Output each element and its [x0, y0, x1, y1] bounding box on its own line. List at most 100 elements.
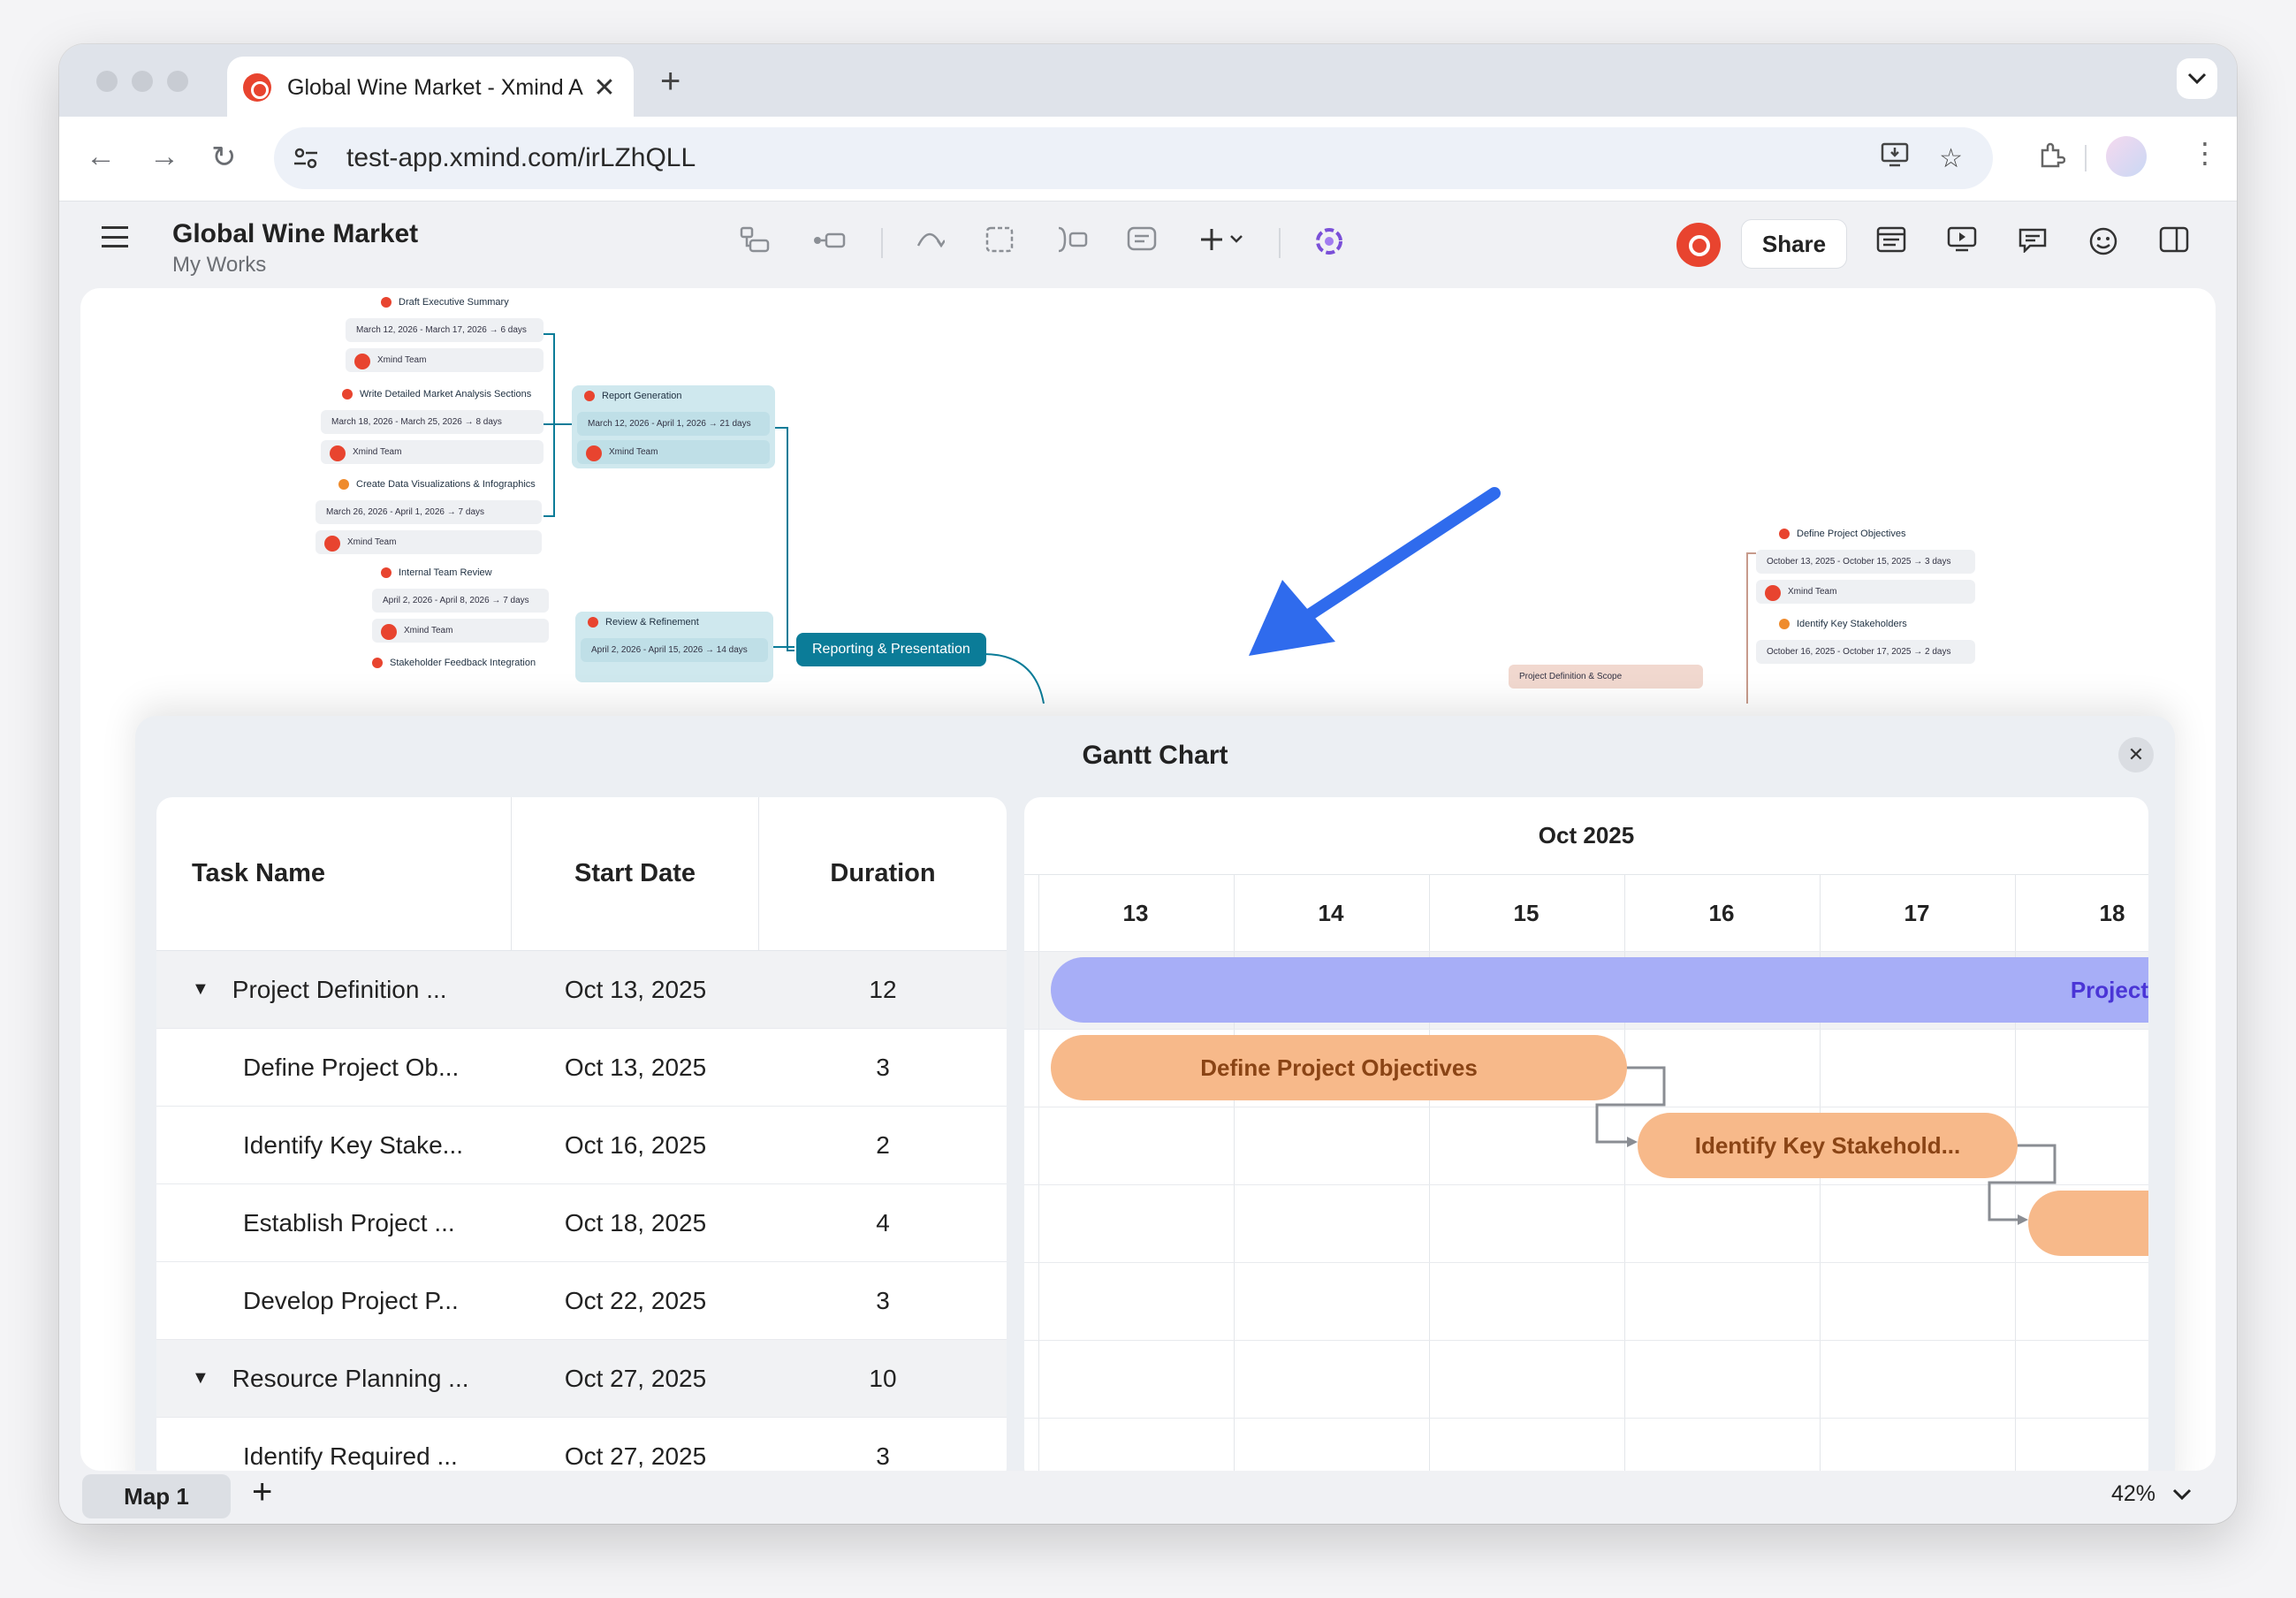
mindmap-date-range: October 13, 2025 - October 15, 2025 → 3 …	[1756, 550, 1975, 574]
task-duration[interactable]: 3	[759, 1029, 1007, 1106]
document-location[interactable]: My Works	[172, 253, 266, 278]
tab-strip: Global Wine Market - Xmind A ✕ +	[59, 44, 2237, 118]
back-arrow-icon[interactable]: ←	[86, 140, 116, 174]
task-duration[interactable]: 10	[759, 1340, 1007, 1417]
task-name-cell[interactable]: Establish Project ...	[156, 1184, 512, 1261]
column-duration[interactable]: Duration	[759, 797, 1007, 950]
annotation-arrow-icon	[1249, 487, 1501, 656]
column-start-date[interactable]: Start Date	[512, 797, 759, 950]
task-row[interactable]: ▼ Resource Planning ... Oct 27, 2025 10	[156, 1340, 1007, 1418]
insert-plus-icon[interactable]	[1199, 226, 1247, 260]
sheet-bar: Map 1 + 42%	[59, 1471, 2237, 1524]
outliner-icon[interactable]	[1876, 226, 1906, 260]
window-minimize-dot[interactable]	[132, 71, 153, 92]
mindmap-topic[interactable]: Define Project Objectives	[1779, 529, 1906, 540]
task-row[interactable]: Define Project Ob... Oct 13, 2025 3	[156, 1029, 1007, 1107]
add-sheet-button[interactable]: +	[252, 1472, 272, 1512]
comments-icon[interactable]	[2018, 226, 2048, 260]
task-name-cell[interactable]: ▼ Project Definition ...	[156, 951, 512, 1028]
task-start-date[interactable]: Oct 18, 2025	[512, 1184, 759, 1261]
gantt-timeline: Oct 2025 13 14 15 16 17 18 Project Define Pro…	[1024, 797, 2148, 1471]
mindmap-date-range: October 16, 2025 - October 17, 2025 → 2 …	[1756, 640, 1975, 664]
tab-close-icon[interactable]: ✕	[591, 72, 618, 103]
gantt-bar-identify-stakeholders[interactable]: Identify Key Stakehold...	[1638, 1113, 2018, 1178]
task-start-date[interactable]: Oct 22, 2025	[512, 1262, 759, 1339]
task-start-date[interactable]: Oct 27, 2025	[512, 1418, 759, 1471]
task-duration[interactable]: 2	[759, 1107, 1007, 1183]
pitch-mode-icon[interactable]	[1947, 226, 1977, 260]
mindmap-central-topic[interactable]: Reporting & Presentation	[796, 633, 986, 666]
task-row[interactable]: Establish Project ... Oct 18, 2025 4	[156, 1184, 1007, 1262]
extensions-puzzle-icon[interactable]	[2037, 141, 2066, 177]
format-panel-icon[interactable]	[2159, 226, 2189, 260]
topic-icon[interactable]	[740, 226, 770, 260]
close-icon[interactable]: ✕	[2118, 737, 2154, 772]
window-zoom-dot[interactable]	[167, 71, 188, 92]
forward-arrow-icon[interactable]: →	[149, 140, 179, 174]
new-tab-button[interactable]: +	[660, 62, 680, 102]
browser-menu-icon[interactable]: ⋮	[2191, 136, 2219, 170]
task-name-cell[interactable]: Identify Required ...	[156, 1418, 512, 1471]
profile-avatar[interactable]	[2106, 136, 2147, 177]
task-name: Develop Project P...	[243, 1286, 459, 1314]
gantt-bar-establish-project[interactable]	[2028, 1191, 2148, 1256]
gantt-bar-project-definition[interactable]: Project	[1051, 957, 2148, 1023]
task-table-body: ▼ Project Definition ... Oct 13, 2025 12 Def…	[156, 951, 1007, 1471]
task-name: Define Project Ob...	[243, 1053, 460, 1081]
collapse-caret-icon[interactable]: ▼	[192, 979, 209, 1000]
task-start-date[interactable]: Oct 13, 2025	[512, 951, 759, 1028]
window-close-dot[interactable]	[96, 71, 118, 92]
task-row[interactable]: Develop Project P... Oct 22, 2025 3	[156, 1262, 1007, 1340]
url-text: test-app.xmind.com/irLZhQLL	[346, 143, 696, 172]
task-row[interactable]: Identify Required ... Oct 27, 2025 3	[156, 1418, 1007, 1471]
task-duration[interactable]: 12	[759, 951, 1007, 1028]
summary-icon[interactable]	[1056, 226, 1088, 260]
reload-icon[interactable]: ↻	[211, 140, 237, 175]
address-bar[interactable]: test-app.xmind.com/irLZhQLL ☆	[274, 127, 1993, 189]
install-app-icon[interactable]	[1881, 141, 1909, 175]
hamburger-menu-icon[interactable]	[102, 226, 128, 247]
mindmap-topic-partial[interactable]: Project Definition & Scope	[1509, 665, 1703, 689]
task-name: Identify Required ...	[243, 1442, 458, 1470]
task-name-cell[interactable]: ▼ Resource Planning ...	[156, 1340, 512, 1417]
task-start-date[interactable]: Oct 27, 2025	[512, 1340, 759, 1417]
gantt-title: Gantt Chart	[1082, 741, 1228, 770]
zoom-control[interactable]: 42%	[2111, 1481, 2192, 1507]
task-duration[interactable]: 3	[759, 1262, 1007, 1339]
toolbar-divider	[1279, 228, 1281, 258]
browser-toolbar: ← → ↻ test-app.xmind.com/irLZhQLL ☆ ⋮	[59, 117, 2237, 202]
task-duration[interactable]: 3	[759, 1418, 1007, 1471]
relationship-icon[interactable]	[915, 226, 947, 256]
mindmap-topic[interactable]: Identify Key Stakeholders	[1779, 619, 1907, 630]
document-title[interactable]: Global Wine Market	[172, 219, 418, 249]
task-name-cell[interactable]: Define Project Ob...	[156, 1029, 512, 1106]
gantt-bar-define-objectives[interactable]: Define Project Objectives	[1051, 1035, 1627, 1100]
column-task-name[interactable]: Task Name	[156, 797, 512, 950]
subtopic-icon[interactable]	[812, 226, 846, 256]
task-name-cell[interactable]: Identify Key Stake...	[156, 1107, 512, 1183]
chevron-down-icon	[2172, 1488, 2192, 1501]
task-name-cell[interactable]: Develop Project P...	[156, 1262, 512, 1339]
gantt-chart-dialog: Gantt Chart ✕ Task Name Start Date Durat…	[135, 716, 2175, 1471]
mindmap-canvas[interactable]: Draft Executive Summary March 12, 2026 -…	[80, 288, 2216, 1471]
sheet-tab[interactable]: Map 1	[82, 1474, 231, 1518]
task-name: Resource Planning ...	[232, 1364, 469, 1392]
task-row[interactable]: ▼ Project Definition ... Oct 13, 2025 12	[156, 951, 1007, 1029]
task-name: Establish Project ...	[243, 1208, 455, 1237]
site-settings-icon[interactable]	[283, 135, 329, 181]
task-duration[interactable]: 4	[759, 1184, 1007, 1261]
emoji-sticker-icon[interactable]	[2088, 226, 2118, 263]
browser-tab[interactable]: Global Wine Market - Xmind A ✕	[227, 57, 634, 118]
share-button[interactable]: Share	[1741, 219, 1847, 269]
ai-copilot-icon[interactable]	[1314, 226, 1344, 263]
boundary-icon[interactable]	[985, 226, 1014, 260]
task-row[interactable]: Identify Key Stake... Oct 16, 2025 2	[156, 1107, 1007, 1184]
gantt-task-table: Task Name Start Date Duration ▼ Project D…	[156, 797, 1007, 1471]
xmind-logo-icon[interactable]	[1676, 223, 1721, 267]
bookmark-star-icon[interactable]: ☆	[1939, 143, 1963, 174]
task-start-date[interactable]: Oct 16, 2025	[512, 1107, 759, 1183]
tab-search-button[interactable]	[2177, 58, 2217, 99]
task-start-date[interactable]: Oct 13, 2025	[512, 1029, 759, 1106]
note-icon[interactable]	[1127, 226, 1157, 260]
collapse-caret-icon[interactable]: ▼	[192, 1368, 209, 1389]
